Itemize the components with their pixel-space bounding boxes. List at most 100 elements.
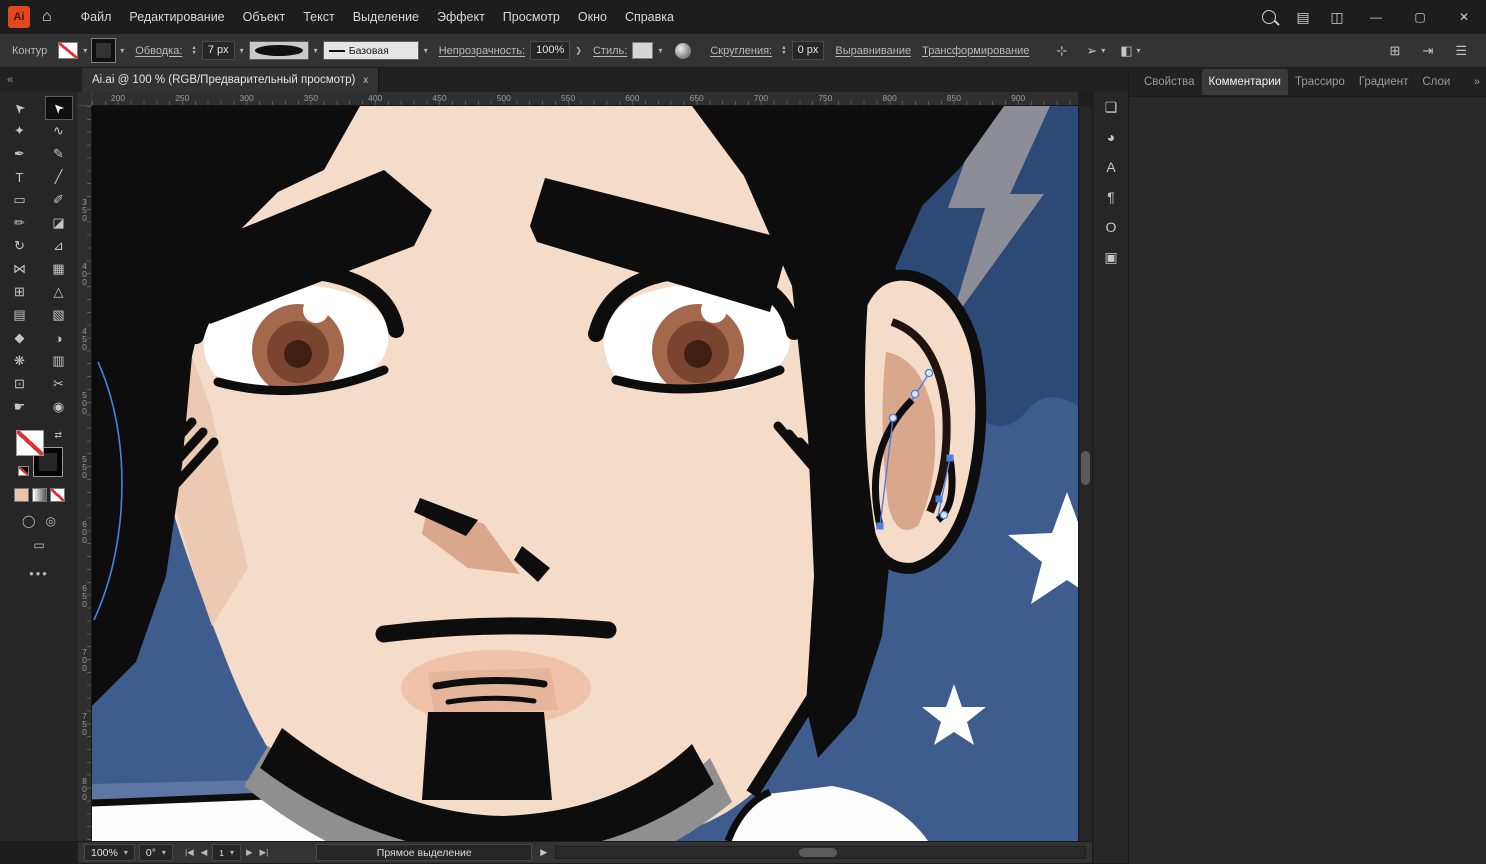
artboard-number-field[interactable]: 1 ▾ (212, 844, 241, 861)
home-icon[interactable]: ⌂ (42, 8, 52, 26)
opentype-panel-icon[interactable]: O (1093, 212, 1129, 242)
stepper-down-icon[interactable]: ▼ (191, 51, 196, 56)
panel-tab[interactable]: Слои (1415, 69, 1457, 95)
ruler-vertical[interactable]: 3 5 04 0 04 5 05 0 05 5 06 0 06 5 07 0 0… (78, 106, 92, 841)
menu-item[interactable]: Справка (616, 0, 683, 34)
character-panel-icon[interactable]: A (1093, 152, 1129, 182)
document-tab[interactable]: Ai.ai @ 100 % (RGB/Предварительный просм… (82, 68, 379, 92)
vertical-scrollbar[interactable] (1078, 106, 1092, 841)
artwork-canvas[interactable] (92, 106, 1078, 841)
menu-item[interactable]: Окно (569, 0, 616, 34)
opacity-more-icon[interactable]: ❯ (575, 46, 582, 55)
stroke-weight-stepper[interactable]: ▲ ▼ (191, 46, 196, 56)
magic-wand-tool[interactable]: ✦ (7, 120, 33, 142)
menu-item[interactable]: Эффект (428, 0, 494, 34)
edit-toolbar-dots-icon[interactable]: ••• (0, 566, 78, 581)
crop-image-icon[interactable]: ⊹ (1053, 43, 1070, 59)
slice-tool[interactable]: ✂ (46, 373, 72, 395)
stroke-caret-icon[interactable]: ▾ (120, 46, 124, 55)
default-fill-stroke-icon[interactable] (18, 466, 29, 476)
gradient-button[interactable] (32, 488, 47, 502)
brush-caret-icon[interactable]: ▾ (314, 46, 318, 55)
panel-tab[interactable]: Комментарии (1202, 69, 1288, 95)
opacity-label[interactable]: Непрозрачность: (439, 45, 525, 57)
pencil-tool[interactable]: ✏ (7, 212, 33, 234)
transform-button[interactable]: Трансформирование (922, 45, 1029, 57)
blend-tool[interactable]: ◑ (46, 327, 72, 349)
gradient-tool[interactable]: ▧ (46, 304, 72, 326)
line-segment-tool[interactable]: ╱ (46, 166, 72, 188)
mesh-tool[interactable]: ▤ (7, 304, 33, 326)
pen-tool[interactable]: ✒ (7, 143, 33, 165)
prev-artboard-icon[interactable]: ◀ (199, 847, 210, 858)
menu-item[interactable]: Просмотр (494, 0, 569, 34)
graphic-style-swatch[interactable] (632, 42, 653, 59)
opacity-field[interactable]: 100% (530, 41, 570, 60)
next-artboard-icon[interactable]: ▶ (244, 847, 255, 858)
paintbrush-tool[interactable]: ✐ (46, 189, 72, 211)
workspace-switcher-icon[interactable]: ▤ (1286, 0, 1320, 34)
vertical-scrollbar-thumb[interactable] (1081, 451, 1090, 485)
corners-stepper[interactable]: ▲ ▼ (781, 46, 786, 56)
menu-item[interactable]: Редактирование (120, 0, 233, 34)
none-button[interactable] (50, 488, 65, 502)
cluster-caret-icon[interactable]: ▾ (1137, 46, 1141, 55)
style-label[interactable]: Стиль: (593, 45, 627, 57)
panel-tab[interactable]: Трассиро (1288, 69, 1352, 95)
panel-tab[interactable]: Градиент (1352, 69, 1416, 95)
free-transform-tool[interactable]: ▦ (46, 258, 72, 280)
eyedropper-tool[interactable]: ◆ (7, 327, 33, 349)
app-grid-icon[interactable]: ⊞ (1387, 43, 1404, 59)
document-setup-globe-icon[interactable] (675, 43, 691, 59)
horizontal-scrollbar[interactable] (555, 846, 1086, 859)
type-tool[interactable]: T (7, 166, 33, 188)
stroke-swatch[interactable] (92, 39, 115, 62)
artboards-panel-icon[interactable]: ❏ (1093, 92, 1129, 122)
menu-item[interactable]: Текст (294, 0, 343, 34)
transparency-panel-icon[interactable]: ▣ (1093, 242, 1129, 272)
fill-stroke-indicator[interactable]: ⇄ (16, 430, 62, 476)
stroke-weight-field[interactable]: 7 px (202, 41, 235, 60)
control-menu-icon[interactable]: ☰ (1452, 43, 1470, 59)
curvature-tool[interactable]: ✎ (46, 143, 72, 165)
artboard-tool[interactable]: ⊡ (7, 373, 33, 395)
fill-indicator-none[interactable] (16, 430, 44, 456)
stroke-style-box[interactable]: Базовая (323, 41, 419, 60)
stroke-weight-caret-icon[interactable]: ▾ (240, 46, 244, 55)
scale-tool[interactable]: ⊿ (46, 235, 72, 257)
stroke-style-caret-icon[interactable]: ▾ (424, 46, 428, 55)
horizontal-scrollbar-thumb[interactable] (799, 848, 837, 857)
shape-builder-tool[interactable]: ⊞ (7, 281, 33, 303)
stepper-down-icon[interactable]: ▼ (781, 51, 786, 56)
draw-normal-icon[interactable]: ◯ (22, 514, 35, 528)
screen-mode-button[interactable]: ▭ (0, 538, 78, 552)
ruler-horizontal[interactable]: 2002503003504004505005506006507007508008… (92, 92, 1078, 106)
search-icon[interactable] (1252, 0, 1286, 34)
corners-field[interactable]: 0 px (792, 41, 825, 60)
menu-item[interactable]: Выделение (344, 0, 428, 34)
draw-inside-icon[interactable]: ◎ (45, 514, 55, 528)
brush-preview[interactable] (249, 41, 309, 60)
eraser-tool[interactable]: ◪ (46, 212, 72, 234)
panel-toggle-icon[interactable]: ◫ (1320, 0, 1354, 34)
document-tab-close-icon[interactable]: x (363, 75, 368, 86)
perspective-grid-tool[interactable]: △ (46, 281, 72, 303)
paragraph-panel-icon[interactable]: ¶ (1093, 182, 1129, 212)
width-tool[interactable]: ⋈ (7, 258, 33, 280)
menu-item[interactable]: Файл (72, 0, 121, 34)
current-tool-status[interactable]: Прямое выделение (316, 844, 532, 861)
hand-tool[interactable]: ☛ (7, 396, 33, 418)
ruler-origin[interactable] (78, 92, 92, 106)
collapse-toolbar-icon[interactable]: « (0, 74, 20, 86)
last-artboard-icon[interactable]: ▶| (258, 847, 271, 858)
zoom-select[interactable]: 100% ▾ (84, 844, 135, 861)
artboard[interactable] (92, 106, 1078, 841)
graph-tool[interactable]: ▥ (46, 350, 72, 372)
close-button[interactable]: ✕ (1442, 0, 1486, 34)
isolate-selection-icon[interactable]: ➢ (1083, 43, 1100, 59)
symbol-sprayer-tool[interactable]: ❋ (7, 350, 33, 372)
minimize-button[interactable]: — (1354, 0, 1398, 34)
menu-item[interactable]: Объект (234, 0, 295, 34)
color-panel-icon[interactable]: ◕ (1093, 122, 1129, 152)
maximize-button[interactable]: ▢ (1398, 0, 1442, 34)
